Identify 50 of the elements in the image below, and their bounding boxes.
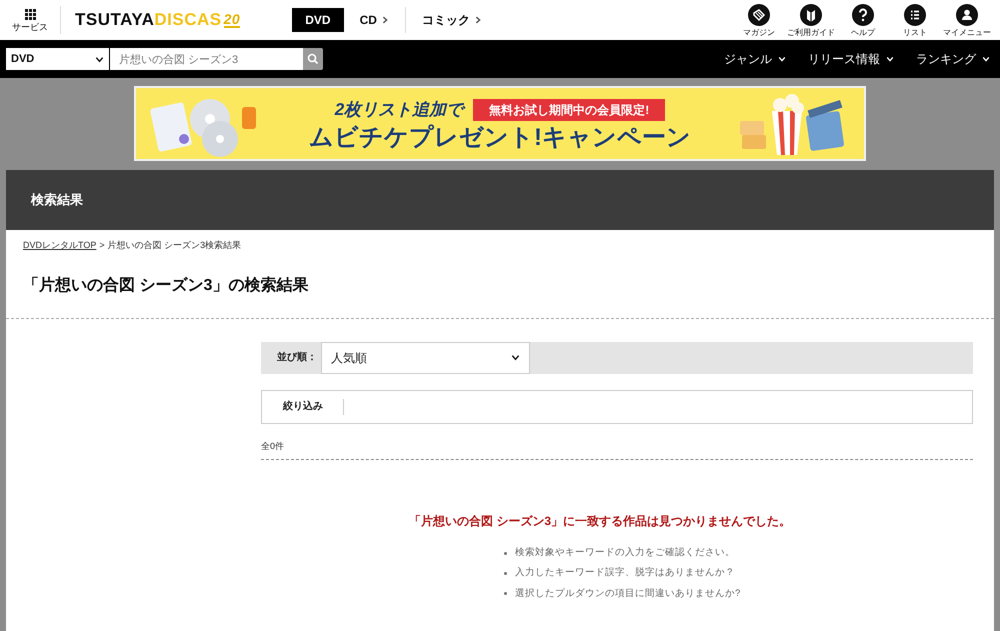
sort-select[interactable]: 人気順 [321, 342, 530, 374]
header-link[interactable]: ヘルプ [842, 4, 884, 36]
page-title: 「片想いの合図 シーズン3」の検索結果 [22, 276, 310, 296]
help-icon [852, 4, 874, 26]
bullet-icon [504, 572, 507, 575]
help-tip: 選択したプルダウンの項目に間違いありませんか? [515, 586, 740, 600]
service-menu-button[interactable]: サービス [0, 0, 60, 40]
section-title: 検索結果 [31, 191, 83, 210]
chevron-down-icon [95, 54, 104, 64]
search-field[interactable]: 片想いの合図 シーズン3 [110, 48, 303, 70]
result-count: 全0件 [261, 440, 284, 452]
chevron-down-icon [511, 353, 520, 362]
header-link[interactable]: マイメニュー [946, 4, 988, 36]
grid-icon [24, 8, 36, 20]
search-button[interactable] [303, 48, 323, 70]
user-icon [956, 4, 978, 26]
chevron-down-icon [982, 55, 990, 63]
header-link[interactable]: ご利用ガイド [790, 4, 832, 36]
site-logo[interactable]: TSUTAYADISCAS 20 [75, 7, 240, 33]
list-icon [904, 4, 926, 26]
category-tab[interactable]: CD [344, 8, 405, 32]
chevron-down-icon [886, 55, 894, 63]
header-link[interactable]: リスト [894, 4, 936, 36]
breadcrumb-current: 片想いの合図 シーズン3検索結果 [108, 239, 242, 252]
nav-menu-button[interactable]: リリース情報 [808, 50, 894, 68]
header-link[interactable]: マガジン [738, 4, 780, 36]
breadcrumb-link[interactable]: DVDレンタルTOP [23, 239, 96, 252]
sort-label: 並び順： [277, 350, 318, 365]
bullet-icon [504, 552, 507, 555]
help-tip: 入力したキーワード誤字、脱字はありませんか？ [515, 566, 735, 580]
magazine-icon [748, 4, 770, 26]
no-results-message: 「片想いの合図 シーズン3」に一致する作品は見つかりませんでした。 [409, 513, 792, 530]
nav-menu-button[interactable]: ランキング [916, 50, 990, 68]
banner-headline: ムビチケプレゼント!キャンペーン [309, 126, 691, 150]
help-tip: 検索対象やキーワードの入力をご確認ください。 [515, 546, 735, 560]
breadcrumb-separator: > [99, 239, 105, 252]
bullet-icon [504, 592, 507, 596]
filter-button[interactable]: 絞り込み [283, 398, 344, 414]
chevron-right-icon [474, 16, 482, 24]
campaign-banner[interactable]: 2枚リスト追加で 無料お試し期間中の会員限定! ムビチケプレゼント!キャンペーン [134, 86, 866, 161]
chevron-down-icon [778, 55, 786, 63]
banner-caption: 2枚リスト追加で [334, 99, 464, 122]
chevron-right-icon [380, 16, 389, 24]
category-tab[interactable]: DVD [292, 8, 344, 32]
search-icon [307, 53, 319, 65]
category-select[interactable]: DVD [6, 48, 109, 70]
book-icon [800, 4, 822, 26]
category-tab[interactable]: コミック [406, 8, 498, 32]
banner-tag: 無料お試し期間中の会員限定! [473, 99, 666, 121]
nav-menu-button[interactable]: ジャンル [724, 50, 786, 68]
